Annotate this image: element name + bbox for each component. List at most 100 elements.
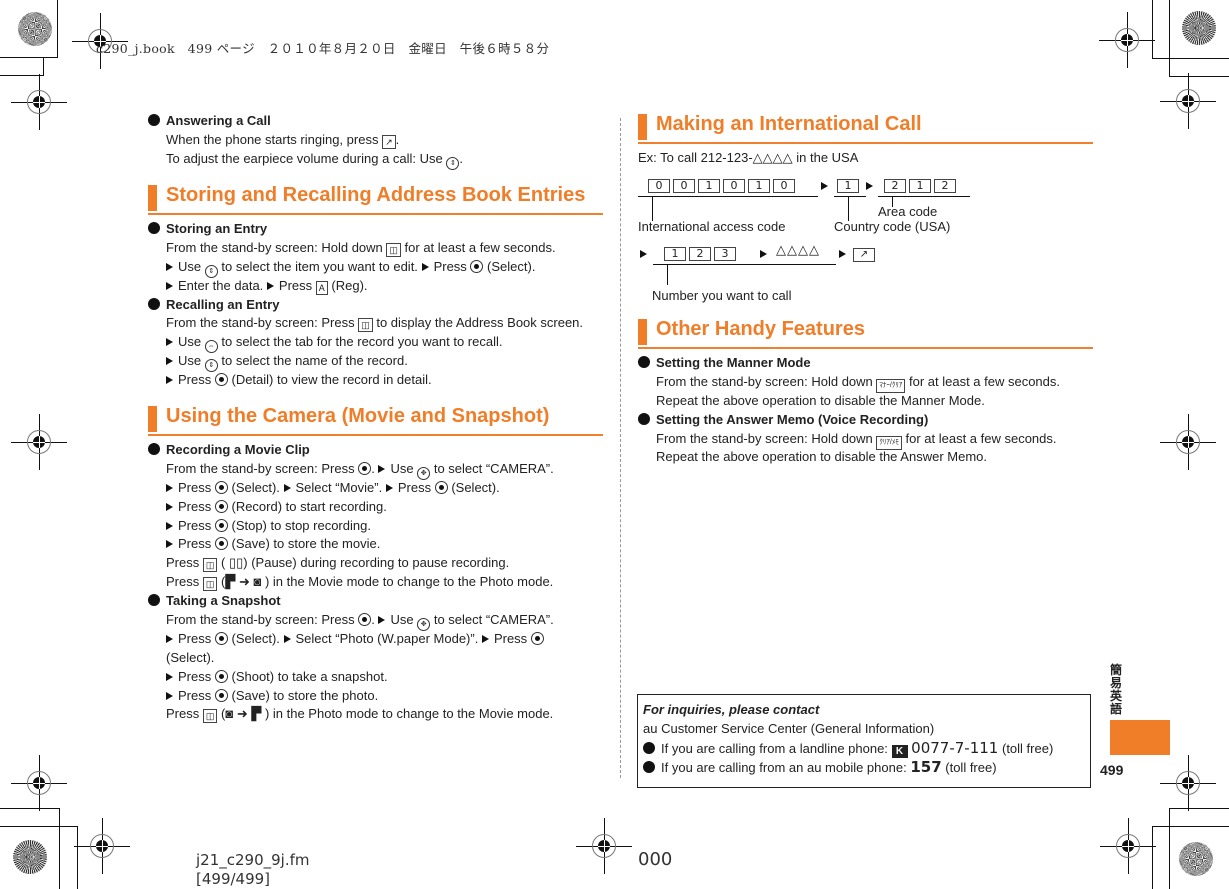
text: (Detail) to view the record in detail.: [231, 372, 432, 388]
arrow-icon: [166, 281, 173, 290]
text: (Save) to store the photo.: [231, 687, 379, 703]
text: Use: [178, 334, 202, 350]
center-key-icon: [470, 259, 484, 273]
center-key-icon: [214, 373, 228, 387]
up-down-key-icon: ⇕: [204, 264, 218, 278]
intl-example: Ex: To call 212-123-△△△△ in the USA: [638, 150, 859, 165]
text: Use: [390, 460, 414, 476]
arrow-icon: [166, 357, 173, 366]
text: (toll free): [1001, 740, 1054, 756]
text: Press: [166, 555, 200, 571]
text: to select “CAMERA”.: [433, 612, 554, 628]
text: (Shoot) to take a snapshot.: [231, 668, 388, 684]
contact-title: For inquiries, please contact: [643, 702, 820, 717]
text: From the stand-by screen: Press: [166, 612, 355, 628]
arrow-icon: [166, 634, 173, 643]
page-number: 499: [1100, 762, 1124, 778]
text: Press: [178, 498, 212, 514]
section-title-international-call: Making an International Call: [638, 112, 1093, 144]
color-target-icon: [18, 12, 52, 46]
section-heading: Other Handy Features: [656, 318, 865, 340]
text: (toll free): [945, 759, 997, 775]
camera-icon: ◙: [253, 574, 262, 590]
section-title-handy-features: Other Handy Features: [638, 317, 1093, 349]
country-code-label: Country code (USA): [834, 219, 951, 234]
text: for at least a few seconds.: [404, 239, 556, 255]
section-heading: Making an International Call: [656, 113, 922, 135]
arrow-icon: [481, 634, 489, 643]
section-title-camera: Using the Camera (Movie and Snapshot): [148, 404, 603, 436]
arrow-icon: [378, 464, 386, 473]
number-underline: [653, 264, 836, 265]
text: ) (Pause) during recording to pause reco…: [243, 555, 510, 571]
address-book-key-icon: ◫: [386, 242, 401, 257]
text: Press: [166, 706, 200, 722]
text: Press: [166, 574, 200, 590]
text: If you are calling from a landline phone…: [661, 740, 888, 756]
text: for at least a few seconds.: [908, 373, 1061, 389]
arrow-icon: [166, 483, 173, 492]
recalling-title: Recalling an Entry: [166, 296, 280, 312]
digit-key: 2: [934, 179, 956, 193]
text: Press: [178, 517, 212, 533]
section-heading: Storing and Recalling Address Book Entri…: [166, 184, 586, 206]
text: (Select).: [231, 479, 280, 495]
text: to select the tab for the record you wan…: [221, 334, 503, 350]
bullet-icon: [148, 594, 160, 607]
side-tab-label: 簡易英語: [1110, 663, 1123, 716]
number-label: Number you want to call: [652, 288, 792, 303]
text: ) in the Photo mode to change to the Mov…: [264, 706, 554, 722]
center-key-icon: [214, 688, 228, 702]
text: Select “Photo (W.paper Mode)”.: [295, 630, 479, 646]
movie-camera-icon: ▛: [225, 574, 236, 590]
up-down-key-icon: ⇕: [446, 156, 460, 170]
text: From the stand-by screen: Press: [166, 315, 355, 331]
arrow-icon: [166, 376, 173, 385]
footer-file: j21_c290_9j.fm: [196, 851, 310, 869]
digit-key: 1: [909, 179, 931, 193]
answering-call-block: Answering a Call When the phone starts r…: [148, 112, 464, 170]
arrow-icon: [378, 616, 386, 625]
text: Press: [178, 372, 212, 388]
text: Press: [178, 536, 212, 552]
digit-key: 1: [837, 179, 859, 193]
country-code-underline: [834, 196, 866, 197]
text: Repeat the above operation to disable th…: [656, 449, 987, 465]
digit-key: 3: [714, 247, 736, 261]
free-dial-icon: K: [891, 744, 908, 758]
a-key-icon: A: [315, 280, 328, 295]
text: Press: [178, 479, 212, 495]
arrow-icon: [760, 245, 772, 263]
text: From the stand-by screen: Hold down: [166, 239, 383, 255]
handy-features-block: Setting the Manner Mode From the stand-b…: [638, 354, 1060, 467]
digit-key: 0: [673, 179, 695, 193]
text: If you are calling from an au mobile pho…: [661, 759, 907, 775]
text: for at least a few seconds.: [905, 430, 1057, 446]
text: (: [221, 555, 226, 571]
area-code-digits: 212: [884, 176, 959, 194]
text: Repeat the above operation to disable th…: [656, 392, 985, 408]
digit-key: 0: [723, 179, 745, 193]
center-key-icon: [434, 480, 448, 494]
text: (Stop) to stop recording.: [231, 517, 371, 533]
text: Press: [178, 630, 212, 646]
section-title-address-book: Storing and Recalling Address Book Entri…: [148, 183, 603, 215]
memo-key-icon: ｸﾘｱ/ﾒﾓ: [876, 435, 902, 450]
bullet-icon: [643, 760, 655, 773]
digit-key: 1: [664, 247, 686, 261]
digit-key: 0: [773, 179, 795, 193]
text: Press: [397, 479, 432, 495]
text: .: [371, 460, 375, 476]
camera-icon: ◙: [225, 706, 234, 722]
text: .: [395, 131, 400, 147]
column-divider: [620, 118, 621, 778]
access-code-label: International access code: [638, 219, 786, 234]
arrow-icon: [866, 177, 878, 195]
bullet-icon: [148, 222, 160, 234]
arrow-icon: [166, 262, 173, 271]
text: .: [459, 150, 464, 166]
text: ) in the Movie mode to change to the Pho…: [264, 574, 554, 590]
call-key-icon: ↗: [853, 244, 878, 262]
arrow-icon: [166, 672, 173, 681]
footer-pages: [499/499]: [196, 870, 271, 888]
